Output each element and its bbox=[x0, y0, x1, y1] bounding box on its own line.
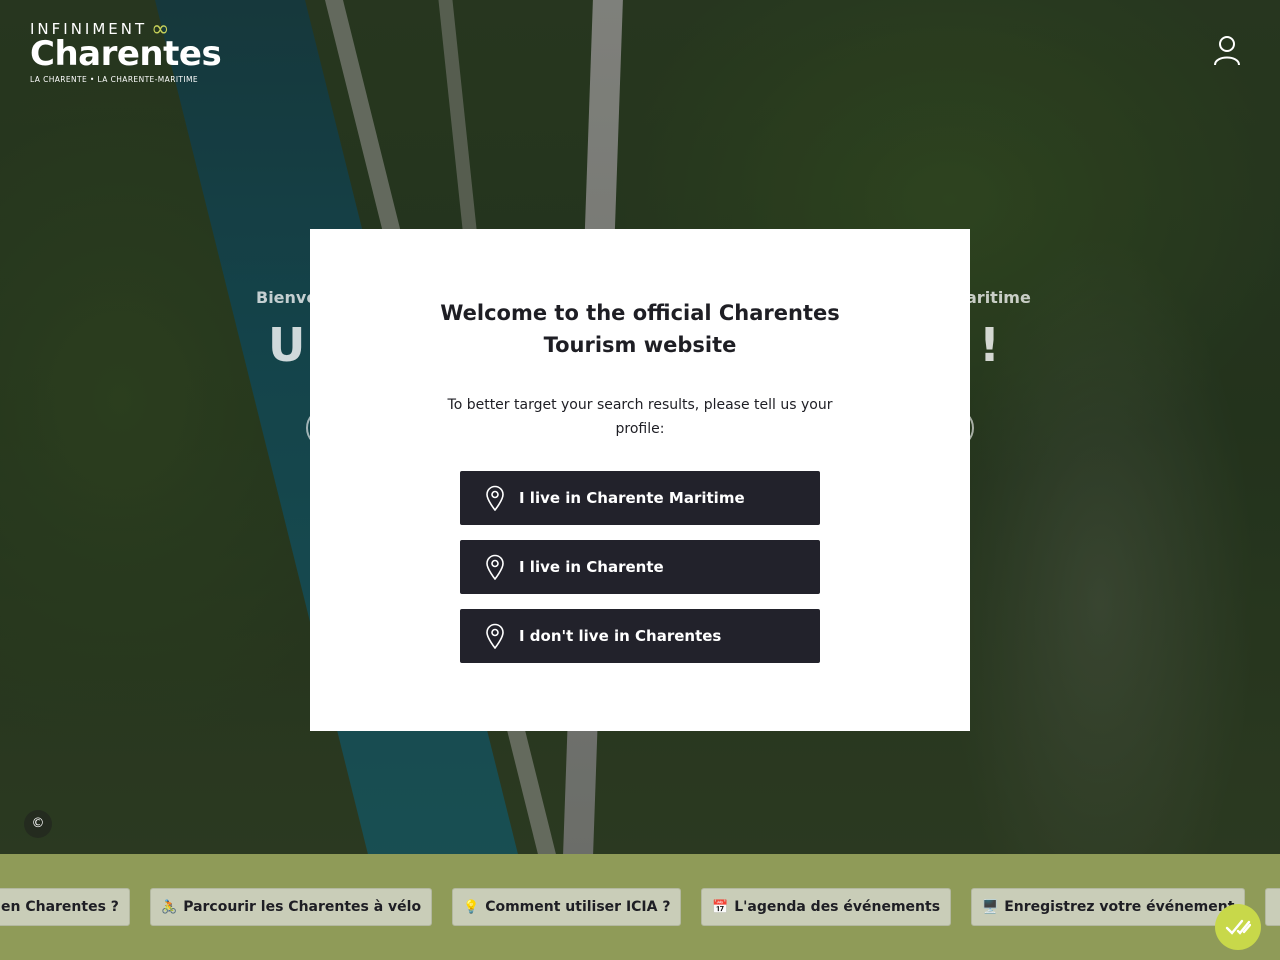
choice-charente-maritime-button[interactable]: I live in Charente Maritime bbox=[460, 471, 820, 525]
quick-link-chip[interactable]: en Charentes ? bbox=[0, 888, 130, 926]
quick-link-chip[interactable]: 📅 L'agenda des événements bbox=[701, 888, 952, 926]
chip-label: Parcourir les Charentes à vélo bbox=[183, 899, 422, 915]
modal-overlay: Welcome to the official Charentes Touris… bbox=[0, 0, 1280, 854]
map-pin-icon bbox=[486, 485, 504, 511]
choice-label: I don't live in Charentes bbox=[519, 627, 722, 645]
chip-label: Enregistrez votre événement bbox=[1004, 899, 1235, 915]
quick-link-chip[interactable] bbox=[1265, 888, 1280, 926]
check-icon bbox=[1225, 919, 1251, 935]
modal-title: Welcome to the official Charentes Touris… bbox=[440, 301, 840, 357]
chip-label: L'agenda des événements bbox=[734, 899, 941, 915]
map-pin-icon bbox=[486, 623, 504, 649]
choice-not-in-charentes-button[interactable]: I don't live in Charentes bbox=[460, 609, 820, 663]
calendar-icon: 📅 bbox=[712, 899, 729, 915]
chip-label: en Charentes ? bbox=[1, 899, 119, 915]
cookie-consent-button[interactable] bbox=[1215, 904, 1261, 950]
choice-label: I live in Charente bbox=[519, 558, 664, 576]
lightbulb-icon: 💡 bbox=[463, 899, 480, 915]
quick-links-strip: en Charentes ? 🚴 Parcourir les Charentes… bbox=[0, 854, 1280, 960]
computer-icon: 🖥️ bbox=[982, 899, 999, 915]
chip-label: Comment utiliser ICIA ? bbox=[485, 899, 671, 915]
quick-link-chip[interactable]: 💡 Comment utiliser ICIA ? bbox=[452, 888, 682, 926]
profile-modal: Welcome to the official Charentes Touris… bbox=[310, 229, 970, 731]
choice-label: I live in Charente Maritime bbox=[519, 489, 745, 507]
modal-description: To better target your search results, pl… bbox=[447, 397, 833, 437]
choice-charente-button[interactable]: I live in Charente bbox=[460, 540, 820, 594]
quick-link-chip[interactable]: 🚴 Parcourir les Charentes à vélo bbox=[150, 888, 433, 926]
quick-link-chip[interactable]: 🖥️ Enregistrez votre événement bbox=[971, 888, 1246, 926]
bike-icon: 🚴 bbox=[161, 899, 178, 915]
map-pin-icon bbox=[486, 554, 504, 580]
profile-choices: I live in Charente Maritime I live in Ch… bbox=[310, 471, 970, 663]
